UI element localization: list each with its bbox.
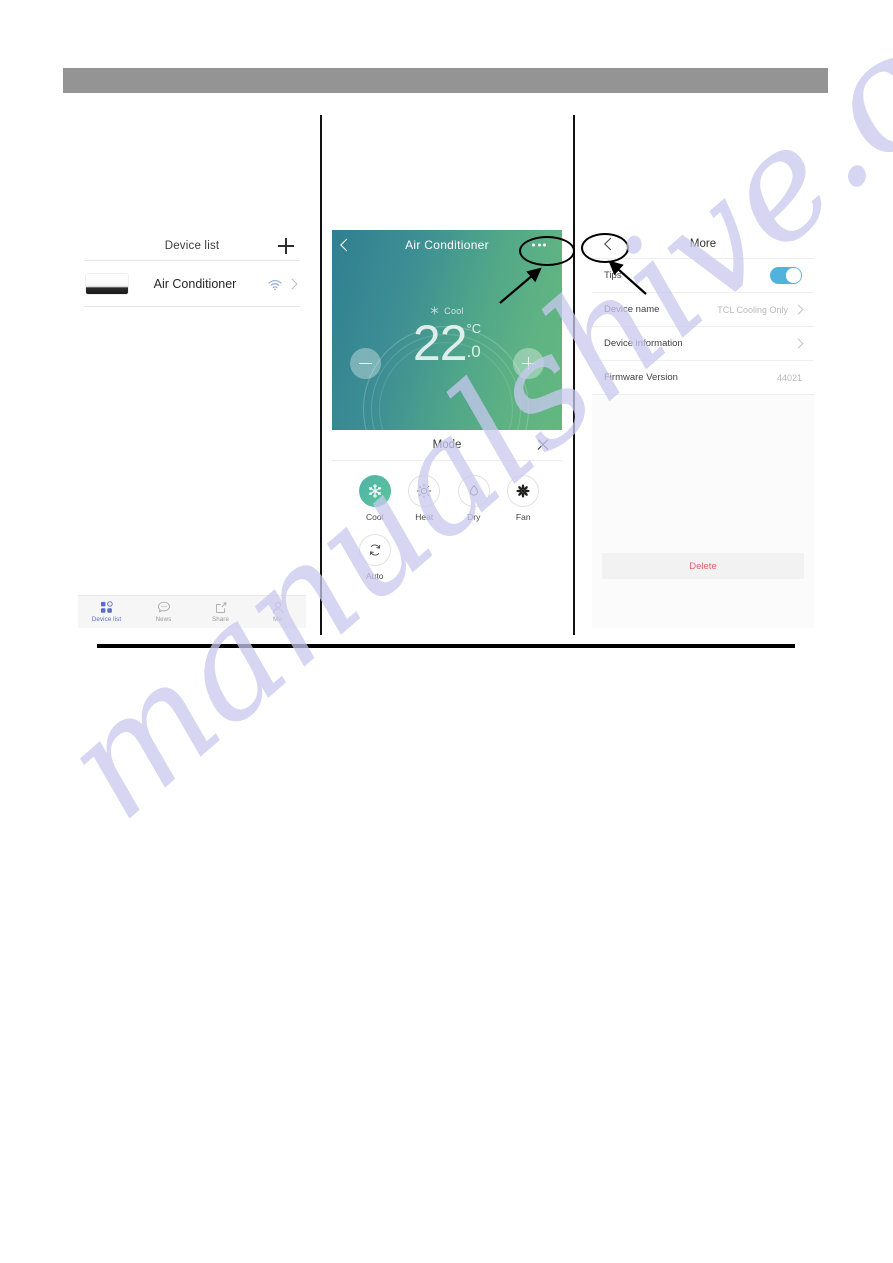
mode-option-heat-label: Heat: [415, 512, 434, 522]
tab-share[interactable]: Share: [192, 596, 249, 628]
chevron-right-icon: [286, 277, 298, 290]
temperature-unit: °C: [466, 321, 482, 336]
chevron-left-icon[interactable]: [340, 238, 353, 252]
chevron-right-icon: [793, 304, 804, 315]
decrease-temperature-button[interactable]: [350, 348, 381, 379]
snowflake-icon: [358, 475, 391, 507]
more-settings-list: Tips Device name TCL Cooling Only Device…: [592, 259, 814, 395]
mode-option-cool-label: Cool: [366, 512, 384, 522]
mode-selection-sheet: Mode Cool Heat Dry Fan Auto: [332, 430, 562, 628]
mode-option-grid: Cool Heat Dry Fan Auto: [332, 461, 562, 593]
grid-icon: [100, 601, 114, 614]
control-navbar: Air Conditioner: [332, 230, 562, 260]
air-conditioner-control-screen: Air Conditioner Cool 22 °C .0 Mode Cool …: [332, 230, 562, 628]
setting-row-device-name[interactable]: Device name TCL Cooling Only: [592, 293, 814, 327]
setting-row-device-name-value: TCL Cooling Only: [717, 304, 788, 315]
page-top-banner: [63, 68, 828, 93]
mode-option-auto[interactable]: Auto: [350, 534, 400, 581]
mode-sheet-title: Mode: [432, 439, 462, 451]
more-empty-area: [592, 395, 814, 553]
more-title: More: [689, 238, 717, 250]
share-icon: [214, 601, 228, 614]
tips-toggle[interactable]: [770, 267, 802, 284]
increase-temperature-button[interactable]: [513, 348, 544, 379]
mode-option-auto-label: Auto: [366, 571, 384, 581]
minus-icon: [359, 357, 372, 370]
mode-option-fan[interactable]: Fan: [499, 475, 549, 522]
fan-icon: [507, 475, 540, 507]
chevron-left-icon[interactable]: [604, 237, 617, 251]
auto-refresh-icon: [358, 534, 391, 566]
temperature-suffix: °C .0: [467, 322, 482, 360]
mode-option-heat[interactable]: Heat: [400, 475, 450, 522]
panel-divider-left: [320, 115, 322, 635]
person-icon: [271, 601, 285, 614]
device-name-label: Air Conditioner: [153, 276, 237, 291]
control-title: Air Conditioner: [405, 238, 489, 252]
device-list-item[interactable]: Air Conditioner: [78, 261, 306, 306]
page-bottom-rule: [97, 644, 795, 648]
setting-row-device-information[interactable]: Device information: [592, 327, 814, 361]
setting-row-firmware-version-value: 44021: [776, 372, 802, 383]
tab-device-list-label: Device list: [91, 616, 122, 623]
more-settings-screen: More Tips Device name TCL Cooling Only D…: [592, 230, 814, 628]
water-drop-icon: [457, 475, 490, 507]
setting-row-tips-label: Tips: [604, 270, 622, 281]
tab-news-label: News: [155, 616, 172, 623]
page-watermark: manualshive.com: [0, 0, 893, 1263]
mode-option-dry[interactable]: Dry: [449, 475, 499, 522]
tab-me[interactable]: Me: [249, 596, 306, 628]
panel-divider-right: [573, 115, 575, 635]
sun-icon: [408, 475, 441, 507]
mode-option-dry-label: Dry: [467, 512, 481, 522]
mode-option-fan-label: Fan: [515, 512, 531, 522]
device-list-header: Device list: [78, 232, 306, 260]
air-conditioner-thumbnail: [86, 273, 128, 294]
control-hero: Air Conditioner Cool 22 °C .0: [332, 230, 562, 430]
more-navbar: More: [592, 230, 814, 259]
more-horizontal-icon[interactable]: [532, 243, 546, 247]
mode-option-cool[interactable]: Cool: [350, 475, 400, 522]
device-list-screen: Device list Air Conditioner Device list …: [78, 232, 306, 628]
bottom-tab-bar: Device list News Share Me: [78, 595, 306, 628]
device-list-title: Device list: [164, 240, 220, 252]
delete-device-button[interactable]: Delete: [602, 553, 804, 579]
setting-row-firmware-version: Firmware Version 44021: [592, 361, 814, 395]
delete-device-label: Delete: [689, 560, 717, 572]
add-device-button[interactable]: [278, 238, 294, 254]
setting-row-firmware-version-label: Firmware Version: [604, 372, 678, 383]
tab-device-list[interactable]: Device list: [78, 596, 135, 628]
tab-news[interactable]: News: [135, 596, 192, 628]
close-icon[interactable]: [536, 438, 550, 452]
setting-row-device-name-label: Device name: [604, 304, 660, 315]
tab-share-label: Share: [211, 616, 229, 623]
mode-sheet-header: Mode: [332, 430, 562, 461]
setting-row-device-information-label: Device information: [604, 338, 683, 349]
tab-me-label: Me: [273, 616, 282, 623]
plus-icon: [522, 357, 535, 370]
toggle-knob: [786, 268, 801, 283]
wifi-icon: [268, 278, 282, 290]
temperature-integer: 22: [412, 315, 468, 371]
chevron-right-icon: [793, 338, 804, 349]
temperature-decimal: .0: [466, 342, 481, 361]
setting-row-tips[interactable]: Tips: [592, 259, 814, 293]
device-list-empty-area: [78, 307, 306, 565]
chat-bubble-icon: [157, 601, 171, 614]
